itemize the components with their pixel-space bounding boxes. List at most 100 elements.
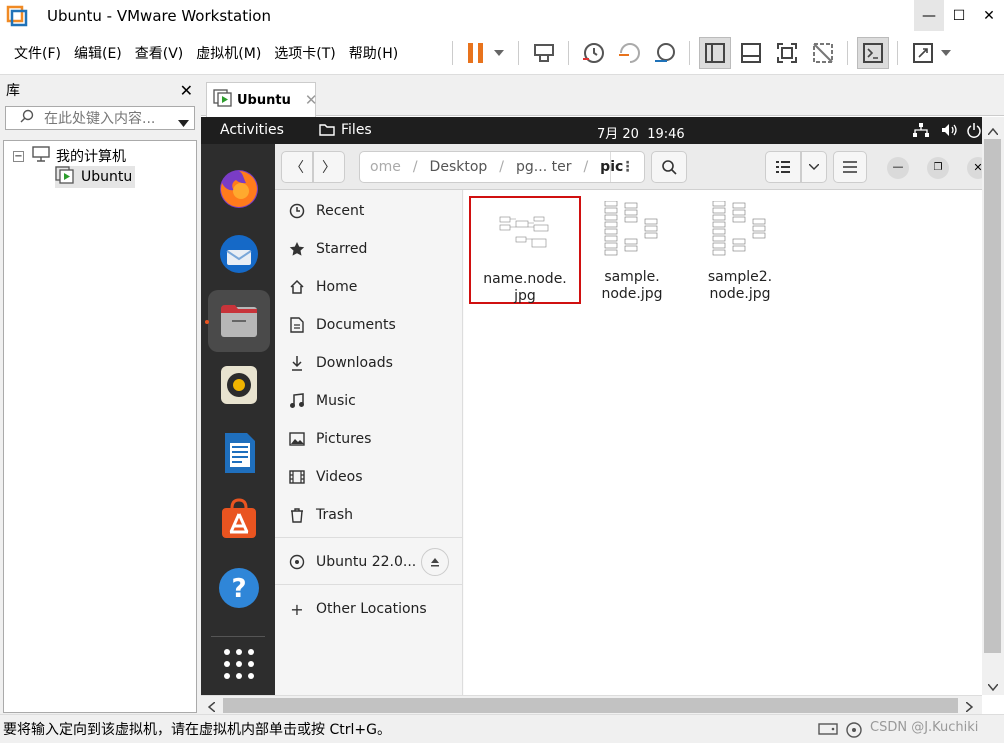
search-placeholder: 在此处键入内容... <box>44 111 156 127</box>
clock[interactable]: 7月 20 19:46 <box>597 123 685 142</box>
help-icon[interactable]: ? <box>216 565 262 611</box>
scroll-down-icon[interactable] <box>987 679 999 695</box>
tree-item-my-computer[interactable]: − 我的计算机 <box>13 146 126 166</box>
path-segment-home[interactable]: ome <box>370 159 401 175</box>
app-center-icon[interactable] <box>216 497 262 543</box>
revert-snapshot-icon[interactable] <box>613 37 645 69</box>
files-sidebar: Recent Starred Home Documents Downloads … <box>275 190 463 695</box>
close-tab-icon[interactable]: ✕ <box>305 91 318 109</box>
app-menu-files[interactable]: Files <box>341 122 372 138</box>
sidebar-item-device[interactable]: Ubuntu 22.0... <box>275 545 463 579</box>
show-library-icon[interactable] <box>699 37 731 69</box>
sidebar-item-trash[interactable]: Trash <box>275 498 463 532</box>
vm-area: Ubuntu ✕ Activities Files 7月 20 19:46 ? <box>201 76 1004 714</box>
snapshot-manager-icon[interactable] <box>649 37 681 69</box>
files-content[interactable]: name.node. jpg sample. node.jpg sample2. no… <box>464 190 982 695</box>
sidebar-item-videos[interactable]: Videos <box>275 460 463 494</box>
sidebar-item-music[interactable]: Music <box>275 384 463 418</box>
send-ctrl-alt-del-icon[interactable] <box>528 37 560 69</box>
file-item-sample-node[interactable]: sample. node.jpg <box>576 196 688 306</box>
hdd-icon[interactable] <box>818 721 838 741</box>
window-title: Ubuntu - VMware Workstation <box>47 6 271 25</box>
guest-screen[interactable]: Activities Files 7月 20 19:46 ? 〈 〉 ome /… <box>201 117 1004 695</box>
maximize-icon[interactable]: ❐ <box>927 157 949 179</box>
thunderbird-icon[interactable] <box>216 231 262 277</box>
hamburger-menu-button[interactable] <box>833 151 867 183</box>
close-library-icon[interactable]: ✕ <box>180 81 193 100</box>
tab-ubuntu[interactable]: Ubuntu ✕ <box>206 82 318 117</box>
sidebar-label: Ubuntu 22.0... <box>316 554 417 570</box>
library-search-input[interactable]: 在此处键入内容... <box>5 106 195 130</box>
svg-text:?: ? <box>231 574 246 604</box>
vm-icon <box>213 89 233 111</box>
gnome-top-bar: Activities Files 7月 20 19:46 <box>201 117 982 144</box>
music-icon <box>278 393 316 409</box>
view-options-button[interactable] <box>801 151 827 183</box>
sidebar-item-home[interactable]: Home <box>275 270 463 304</box>
tree-item-ubuntu[interactable]: Ubuntu <box>55 166 136 188</box>
close-window-button[interactable]: ✕ <box>974 0 1004 31</box>
vertical-scrollbar[interactable] <box>982 117 1004 695</box>
minimize-icon[interactable]: — <box>887 157 909 179</box>
menu-file[interactable]: 文件(F) <box>0 43 70 63</box>
scroll-thumb[interactable] <box>984 139 1001 653</box>
cdrom-icon[interactable] <box>845 721 863 743</box>
sidebar-item-documents[interactable]: Documents <box>275 308 463 342</box>
scroll-up-icon[interactable] <box>987 123 999 139</box>
sidebar-item-other-locations[interactable]: + Other Locations <box>275 592 463 626</box>
path-menu-icon[interactable]: ⋮ <box>610 152 644 182</box>
sidebar-item-downloads[interactable]: Downloads <box>275 346 463 380</box>
activities-button[interactable]: Activities <box>220 122 284 138</box>
thumbnail-bar-icon[interactable] <box>735 37 767 69</box>
minimize-button[interactable]: — <box>914 0 944 31</box>
list-view-button[interactable] <box>765 151 801 183</box>
search-button[interactable] <box>651 151 687 183</box>
horizontal-scrollbar[interactable] <box>201 695 982 714</box>
menu-help[interactable]: 帮助(H) <box>345 43 407 63</box>
volume-icon[interactable] <box>941 123 957 141</box>
menu-view[interactable]: 查看(V) <box>131 43 193 63</box>
sidebar-label: Documents <box>316 317 396 333</box>
maximize-button[interactable]: ☐ <box>944 0 974 31</box>
sidebar-item-pictures[interactable]: Pictures <box>275 422 463 456</box>
path-bar[interactable]: ome / Desktop / pg... ter / pic ⋮ <box>359 151 645 183</box>
sidebar-label: Other Locations <box>316 601 427 617</box>
sidebar-label: Downloads <box>316 355 393 371</box>
chevron-down-icon[interactable] <box>178 115 189 131</box>
tree-label-ubuntu: Ubuntu <box>81 169 133 185</box>
power-icon[interactable] <box>967 122 981 142</box>
back-button[interactable]: 〈 <box>281 151 313 183</box>
file-item-sample2-node[interactable]: sample2. node.jpg <box>684 196 796 306</box>
menu-vm[interactable]: 虚拟机(M) <box>192 43 270 63</box>
unity-mode-icon[interactable] <box>807 37 839 69</box>
libreoffice-writer-icon[interactable] <box>216 430 262 476</box>
console-view-icon[interactable] <box>857 37 889 69</box>
eject-icon[interactable] <box>421 548 449 576</box>
full-screen-icon[interactable] <box>771 37 803 69</box>
snapshot-icon[interactable] <box>577 37 609 69</box>
files-dock-icon[interactable] <box>208 290 270 352</box>
forward-button[interactable]: 〉 <box>313 151 345 183</box>
pause-dropdown-icon[interactable] <box>487 37 511 69</box>
sidebar-label: Trash <box>316 507 353 523</box>
collapse-icon[interactable]: − <box>13 150 24 162</box>
show-applications-icon[interactable] <box>216 641 262 687</box>
path-segment-desktop[interactable]: Desktop <box>430 159 488 175</box>
file-item-name-node[interactable]: name.node. jpg <box>469 196 581 304</box>
rhythmbox-icon[interactable] <box>216 362 262 408</box>
menu-edit[interactable]: 编辑(E) <box>70 43 131 63</box>
sidebar-item-starred[interactable]: Starred <box>275 232 463 266</box>
stretch-dropdown-icon[interactable] <box>936 37 956 69</box>
sidebar-item-recent[interactable]: Recent <box>275 194 463 228</box>
stretch-guest-icon[interactable] <box>907 37 939 69</box>
firefox-icon[interactable] <box>216 166 262 212</box>
menu-tabs[interactable]: 选项卡(T) <box>270 43 344 63</box>
sidebar-label: Starred <box>316 241 368 257</box>
path-segment-pg[interactable]: pg... ter <box>516 159 571 175</box>
trash-icon <box>278 507 316 523</box>
sidebar-label: Videos <box>316 469 363 485</box>
network-icon[interactable] <box>913 123 929 141</box>
scroll-thumb[interactable] <box>223 698 958 713</box>
sidebar-label: Music <box>316 393 356 409</box>
status-bar: 要将输入定向到该虚拟机，请在虚拟机内部单击或按 Ctrl+G。 CSDN @J.… <box>0 714 1004 743</box>
